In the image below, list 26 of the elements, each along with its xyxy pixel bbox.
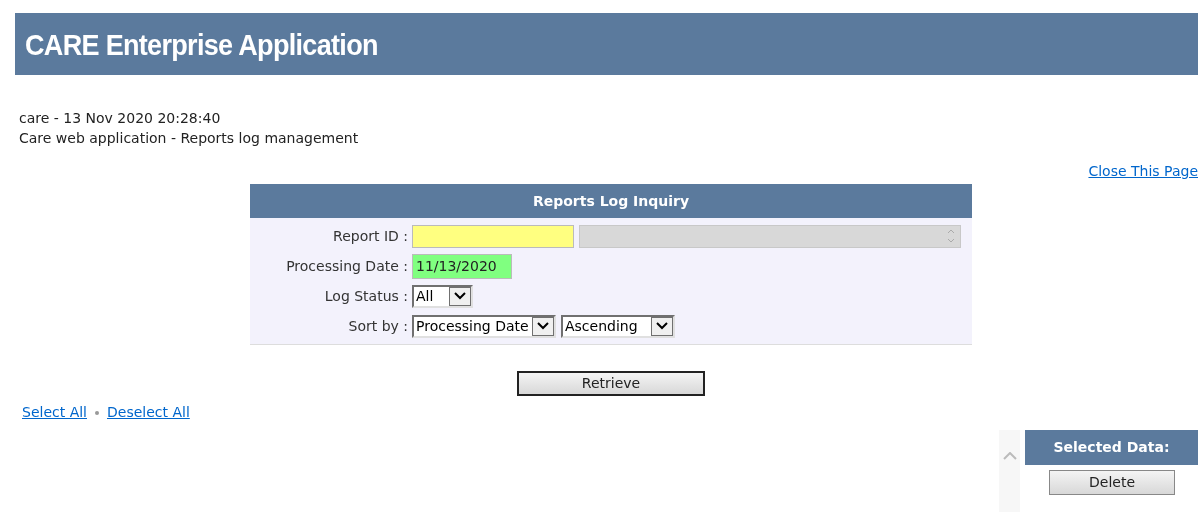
date-field[interactable]: 11/13/2020: [412, 253, 512, 279]
spinner-icon: [946, 227, 956, 245]
dropdown[interactable]: All: [412, 284, 473, 308]
chevron-down-icon: [449, 286, 471, 306]
session-info: care - 13 Nov 2020 20:28:40: [19, 109, 222, 128]
page-description: Care web application - Reports log management: [19, 129, 360, 148]
scroll-strip[interactable]: [999, 430, 1020, 512]
chevron-down-icon: [532, 316, 554, 336]
dropdown[interactable]: Processing Date: [412, 314, 556, 338]
report-id-field[interactable]: [412, 224, 574, 248]
chevron-up-icon: [1002, 452, 1017, 460]
field-label: Sort by :: [347, 316, 408, 336]
field-label: Log Status :: [323, 286, 408, 306]
inquiry-header: Reports Log Inquiry: [250, 184, 972, 218]
app-title: CARE Enterprise Application: [25, 26, 378, 63]
dropdown[interactable]: Ascending: [561, 314, 675, 338]
chevron-down-icon: [651, 316, 673, 336]
retrieve-button[interactable]: Retrieve: [517, 371, 705, 396]
selection-link[interactable]: Select All: [22, 402, 87, 423]
field-label: Report ID :: [332, 226, 408, 246]
field-label: Processing Date :: [285, 256, 408, 276]
selection-link[interactable]: Deselect All: [107, 402, 190, 423]
selected-data-header: Selected Data:: [1025, 430, 1198, 465]
delete-button[interactable]: Delete: [1049, 470, 1175, 495]
close-page-link[interactable]: Close This Page: [1088, 161, 1198, 182]
bullet-icon: [95, 410, 99, 415]
